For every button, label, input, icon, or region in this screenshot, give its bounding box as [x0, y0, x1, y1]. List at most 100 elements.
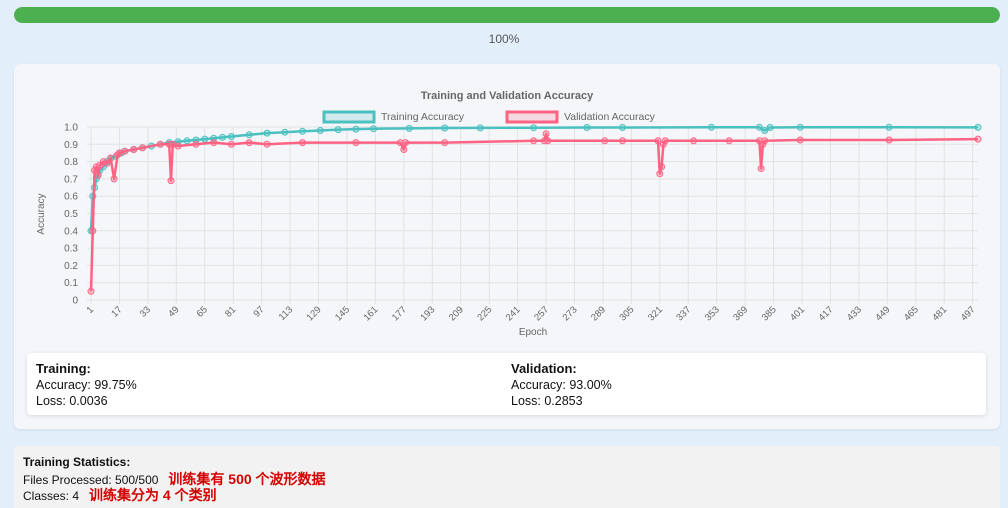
x-tick-label: 49 — [166, 304, 181, 319]
data-point — [121, 147, 129, 155]
x-tick-label: 81 — [223, 304, 238, 319]
data-point — [263, 129, 271, 137]
x-tick-label: 385 — [760, 304, 779, 323]
classes-row: Classes: 4 训练集分为 4 个类别 — [23, 485, 217, 505]
training-statistics-panel: Training Statistics: Files Processed: 50… — [14, 446, 1000, 508]
data-point — [583, 124, 591, 131]
x-tick-label: 17 — [109, 304, 124, 319]
data-point — [601, 137, 609, 145]
data-point — [370, 125, 378, 133]
data-point — [130, 146, 138, 153]
data-point — [974, 123, 982, 131]
x-tick-label: 337 — [674, 304, 693, 323]
chart-card: Training and Validation Accuracy Trainin… — [14, 64, 1000, 429]
x-tick-label: 433 — [845, 304, 864, 323]
x-tick-label: 241 — [504, 304, 523, 323]
data-point — [281, 128, 289, 136]
data-point — [192, 140, 200, 148]
y-tick-label: 0.4 — [64, 226, 78, 237]
x-tick-label: 257 — [532, 304, 551, 323]
data-point — [299, 139, 306, 147]
data-point — [94, 171, 102, 179]
data-point — [476, 124, 484, 132]
x-tick-label: 273 — [561, 304, 580, 323]
data-point — [725, 137, 733, 145]
data-point — [299, 127, 306, 135]
progress-bar — [14, 7, 1000, 23]
data-point — [658, 163, 666, 171]
training-statistics-title: Training Statistics: — [23, 455, 131, 469]
y-tick-label: 0.7 — [64, 174, 78, 185]
x-tick-label: 161 — [362, 304, 381, 323]
data-point — [334, 126, 342, 134]
data-point — [654, 137, 662, 145]
data-point — [619, 124, 626, 131]
data-point — [441, 124, 449, 132]
data-point — [156, 140, 164, 148]
data-point — [352, 125, 360, 133]
data-point — [316, 127, 324, 134]
validation-stats: Validation: Accuracy: 93.00% Loss: 0.285… — [511, 361, 612, 409]
y-tick-label: 1.0 — [64, 123, 78, 134]
legend-swatch — [322, 110, 376, 124]
series-line — [89, 132, 979, 292]
data-point — [174, 142, 182, 150]
y-tick-label: 0.5 — [64, 209, 78, 220]
y-tick-label: 0.2 — [64, 261, 78, 272]
data-point — [619, 137, 626, 145]
legend-label: Training Accuracy — [381, 111, 465, 123]
data-point — [530, 124, 538, 132]
training-header: Training: — [36, 361, 91, 376]
data-point — [542, 130, 550, 138]
legend-item[interactable]: Training Accuracy — [322, 110, 465, 124]
x-tick-label: 145 — [333, 304, 352, 323]
progress-fill — [14, 7, 1000, 23]
data-point — [201, 135, 209, 143]
legend-item[interactable]: Validation Accuracy — [505, 110, 656, 124]
data-point — [167, 177, 175, 185]
data-point — [227, 140, 235, 148]
data-point — [690, 137, 698, 145]
x-tick-label: 353 — [703, 304, 722, 323]
x-tick-label: 369 — [731, 304, 750, 323]
x-tick-label: 449 — [873, 304, 892, 323]
classes-count: Classes: 4 — [23, 489, 80, 503]
validation-header: Validation: — [511, 361, 577, 376]
x-tick-label: 289 — [589, 304, 608, 323]
training-stats: Training: Accuracy: 99.75% Loss: 0.0036 — [36, 361, 137, 409]
data-point — [89, 227, 97, 235]
x-tick-label: 209 — [447, 304, 466, 323]
data-point — [87, 287, 95, 295]
y-tick-label: 0.3 — [64, 244, 78, 255]
data-point — [761, 137, 769, 145]
data-point — [210, 139, 218, 147]
data-point — [263, 140, 271, 148]
legend-swatch — [505, 110, 559, 124]
data-point — [219, 133, 226, 141]
validation-loss: Loss: 0.2853 — [511, 394, 583, 408]
data-point — [441, 139, 449, 147]
data-point — [402, 139, 410, 147]
x-tick-label: 33 — [138, 304, 153, 319]
data-point — [656, 170, 664, 178]
chart-legend[interactable]: Training Accuracy Validation Accuracy — [322, 110, 656, 124]
legend-label: Validation Accuracy — [564, 111, 656, 123]
x-tick-label: 305 — [618, 304, 637, 323]
x-tick-label: 497 — [959, 304, 978, 323]
y-tick-label: 0 — [72, 296, 78, 307]
x-tick-label: 417 — [817, 304, 836, 323]
training-accuracy: Accuracy: 99.75% — [36, 378, 137, 392]
data-point — [661, 137, 669, 145]
data-point — [405, 124, 413, 132]
accuracy-chart: Training and Validation Accuracy Trainin… — [36, 90, 982, 338]
data-point — [107, 154, 115, 162]
data-point — [530, 137, 538, 145]
x-tick-label: 321 — [646, 304, 665, 323]
data-point — [707, 123, 715, 131]
x-tick-label: 481 — [930, 304, 949, 323]
data-point — [544, 137, 552, 145]
x-tick-label: 129 — [305, 304, 324, 323]
data-point — [139, 144, 146, 152]
y-axis-label: Accuracy — [36, 193, 47, 234]
data-point — [796, 136, 804, 144]
